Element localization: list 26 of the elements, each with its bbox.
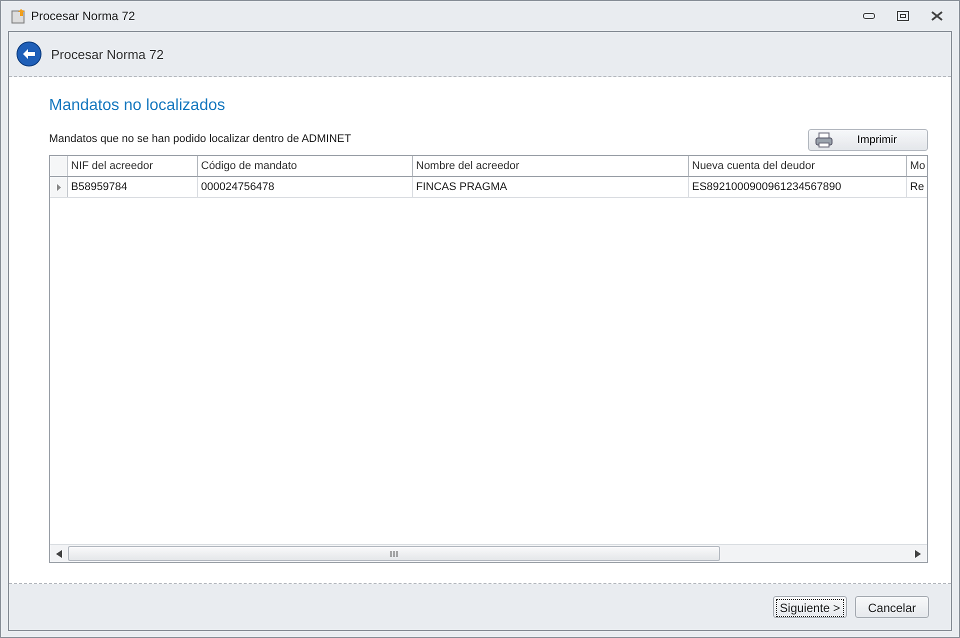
- page-title: Procesar Norma 72: [51, 46, 164, 62]
- footer-button[interactable]: Cancelar: [855, 596, 929, 618]
- table-cell: ES8921000900961234567890: [689, 177, 907, 197]
- window-title: Procesar Norma 72: [31, 9, 136, 23]
- close-icon[interactable]: [931, 11, 943, 21]
- column-header[interactable]: NIF del acreedor: [68, 156, 198, 176]
- table-cell: B58959784: [68, 177, 198, 197]
- table-cell: 000024756478: [198, 177, 413, 197]
- minimize-icon[interactable]: [863, 13, 875, 19]
- column-header[interactable]: Nombre del acreedor: [413, 156, 689, 176]
- section-title: Mandatos no localizados: [49, 97, 226, 115]
- scrollbar-thumb[interactable]: [68, 546, 720, 561]
- back-icon[interactable]: [16, 41, 42, 67]
- column-header[interactable]: Nueva cuenta del deudor: [689, 156, 907, 176]
- table-cell: FINCAS PRAGMA: [413, 177, 689, 197]
- maximize-icon[interactable]: [897, 11, 909, 21]
- table-cell: Re: [907, 177, 927, 197]
- column-header[interactable]: Mo: [907, 156, 927, 176]
- scroll-left-icon[interactable]: [56, 550, 62, 558]
- printer-icon: [815, 132, 833, 148]
- footer-button[interactable]: Siguiente >: [773, 596, 847, 618]
- scroll-right-icon[interactable]: [915, 550, 921, 558]
- app-icon: [11, 8, 27, 24]
- column-header[interactable]: Código de mandato: [198, 156, 413, 176]
- print-button[interactable]: Imprimir: [808, 129, 928, 151]
- description: Mandatos que no se han podido localizar dentro de ADMINET: [49, 133, 352, 147]
